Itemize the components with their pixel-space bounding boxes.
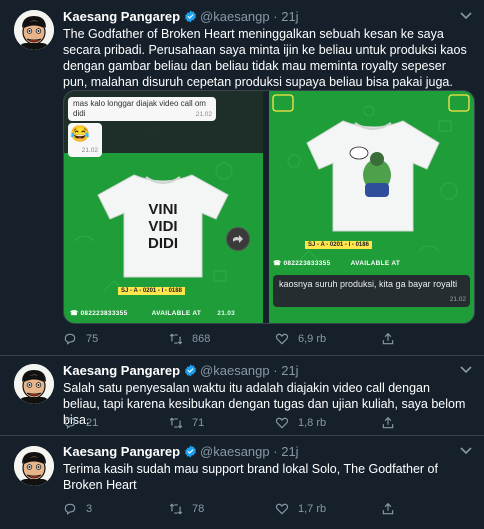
forward-button[interactable] [226,227,250,251]
tweet-media[interactable]: mas kalo longgar diajak video call om di… [63,90,475,324]
reply-count: 21 [86,417,99,429]
brand-label: AVAILABLE AT [350,260,401,267]
like-button[interactable]: 6,9 rb [275,332,326,346]
reply-button[interactable]: 75 [63,332,98,346]
chevron-down-icon[interactable] [460,366,472,374]
author-handle[interactable]: @kaesangp [200,9,270,24]
chevron-down-icon[interactable] [460,12,472,20]
like-button[interactable]: 1,7 rb [275,502,326,516]
forward-arrow-icon [233,235,243,243]
share-icon [382,502,394,515]
chat-message: mas kalo longgar diajak video call om di… [68,97,216,121]
shirt-print: VINI VIDI DIDI [110,201,216,252]
share-button[interactable] [381,502,404,516]
author-handle[interactable]: @kaesangp [200,444,270,459]
shirt-line-2: VIDI [148,218,178,235]
verified-badge-icon [185,364,196,377]
tweet-actions: 3 78 1,7 rb [63,502,473,518]
heart-icon [275,503,289,515]
share-icon [382,416,394,429]
reply-icon [64,503,76,515]
avatar[interactable] [14,364,54,404]
verified-badge-icon [185,445,196,458]
share-button[interactable] [381,332,404,346]
emoji-message: 😂 21.02 [68,123,102,157]
separator: · [273,444,278,459]
verified-badge-icon [185,10,196,23]
avatar[interactable] [14,10,54,50]
like-count: 1,7 rb [298,503,327,515]
laughing-emoji-icon: 😂 [70,126,90,143]
phone-number: ☎ 082223833355 [273,260,331,267]
tweet-text: The Godfather of Broken Heart meninggalk… [63,27,467,89]
chat-message-time: 21.02 [195,111,212,118]
chat-caption-time: 21.02 [449,296,466,303]
retweet-button[interactable]: 71 [169,416,204,430]
heart-icon [275,333,289,345]
share-icon [382,332,394,345]
emoji-message-time: 21.02 [81,147,98,154]
retweet-icon [169,503,183,515]
tweet-3[interactable]: Kaesang Pangarep @kaesangp · 21j Terima k… [0,436,484,529]
chat-caption-text: kaosnya suruh produksi, kita ga bayar ro… [279,279,458,289]
retweet-count: 71 [192,417,205,429]
tshirt-image [306,120,440,232]
heart-icon [275,417,289,429]
contact-phone: ☎ 082223833355 AVAILABLE AT 21.03 [70,309,263,317]
media-image-left[interactable]: mas kalo longgar diajak video call om di… [64,91,263,323]
retweet-button[interactable]: 78 [169,502,204,516]
reply-count: 75 [86,333,99,345]
author-name[interactable]: Kaesang Pangarep [63,363,180,378]
retweet-count: 78 [192,503,205,515]
tweet-text: Terima kasih sudah mau support brand lok… [63,462,438,492]
product-code: SJ - A - 0201 - I - 0186 [305,241,372,249]
tweet-actions: 21 71 1,8 rb [63,416,473,432]
like-count: 1,8 rb [298,417,327,429]
chat-caption: kaosnya suruh produksi, kita ga bayar ro… [273,275,470,307]
share-button[interactable] [381,416,404,430]
author-name[interactable]: Kaesang Pangarep [63,9,180,24]
avatar-caricature-icon [14,446,54,486]
tweet-1[interactable]: Kaesang Pangarep @kaesangp · 21j The Godf… [0,0,484,356]
media-image-right[interactable]: SJ - A - 0201 - I - 0186 ☎ 082223833355 … [269,91,474,323]
reply-button[interactable]: 3 [63,502,92,516]
shirt-line-3: DIDI [148,235,178,252]
like-count: 6,9 rb [298,333,327,345]
avatar[interactable] [14,446,54,486]
phone-number: ☎ 082223833355 [70,310,128,317]
timestamp[interactable]: 21j [281,9,298,24]
brand-label: AVAILABLE AT [151,310,202,317]
retweet-count: 868 [192,333,211,345]
shirt-line-1: VINI [148,201,178,218]
chat-message-text: mas kalo longgar diajak video call om di… [73,99,206,118]
tweet-header: Kaesang Pangarep @kaesangp · 21j [63,363,299,379]
reply-count: 3 [86,503,93,515]
timestamp[interactable]: 21j [281,444,298,459]
retweet-icon [169,417,183,429]
reply-icon [64,333,76,345]
avatar-caricature-icon [14,364,54,404]
tweet-header: Kaesang Pangarep @kaesangp · 21j [63,444,299,460]
tweet-actions: 75 868 6,9 rb [63,332,473,348]
reply-button[interactable]: 21 [63,416,98,430]
retweet-icon [169,333,183,345]
tweet-2[interactable]: Kaesang Pangarep @kaesangp · 21j Salah sa… [0,356,484,436]
separator: · [273,363,278,378]
message-time: 21.03 [217,310,236,317]
timestamp[interactable]: 21j [281,363,298,378]
like-button[interactable]: 1,8 rb [275,416,326,430]
reply-icon [64,417,76,429]
author-handle[interactable]: @kaesangp [200,363,270,378]
retweet-button[interactable]: 868 [169,332,210,346]
contact-phone: ☎ 082223833355 AVAILABLE AT [273,259,474,267]
separator: · [273,9,278,24]
tweet-header: Kaesang Pangarep @kaesangp · 21j [63,9,299,25]
chevron-down-icon[interactable] [460,447,472,455]
product-code: SJ - A - 0201 - I - 0188 [118,287,185,295]
author-name[interactable]: Kaesang Pangarep [63,444,180,459]
avatar-caricature-icon [14,10,54,50]
